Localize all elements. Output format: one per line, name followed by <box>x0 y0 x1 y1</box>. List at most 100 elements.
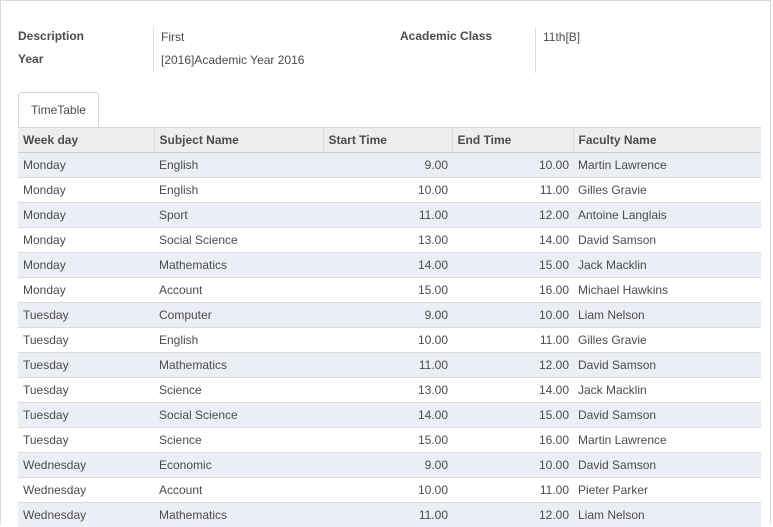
week-day-cell: Wednesday <box>18 453 154 478</box>
week-day-cell: Monday <box>18 278 154 303</box>
start-time-cell: 10.00 <box>323 478 452 503</box>
subject-name-cell: English <box>154 328 323 353</box>
description-label: Description <box>18 29 84 43</box>
academic-class-field[interactable]: 11th[B] <box>543 30 580 44</box>
week-day-cell: Tuesday <box>18 303 154 328</box>
week-day-cell: Monday <box>18 153 154 178</box>
end-time-cell: 10.00 <box>452 453 573 478</box>
table-row[interactable]: MondayEnglish9.0010.00Martin Lawrence <box>18 153 761 178</box>
table-row[interactable]: MondayMathematics14.0015.00Jack Macklin <box>18 253 761 278</box>
faculty-name-cell: Pieter Parker <box>573 478 761 503</box>
timetable-table: Week day Subject Name Start Time End Tim… <box>18 128 761 527</box>
table-row[interactable]: TuesdayComputer9.0010.00Liam Nelson <box>18 303 761 328</box>
end-time-cell: 10.00 <box>452 303 573 328</box>
week-day-cell: Monday <box>18 203 154 228</box>
table-row[interactable]: MondayAccount15.0016.00Michael Hawkins <box>18 278 761 303</box>
academic-class-label: Academic Class <box>400 29 492 43</box>
start-time-cell: 10.00 <box>323 178 452 203</box>
start-time-cell: 11.00 <box>323 353 452 378</box>
faculty-name-cell: Jack Macklin <box>573 378 761 403</box>
end-time-cell: 16.00 <box>452 428 573 453</box>
subject-name-cell: English <box>154 153 323 178</box>
form-sheet: Description Year First [2016]Academic Ye… <box>0 0 771 525</box>
week-day-cell: Tuesday <box>18 353 154 378</box>
start-time-cell: 13.00 <box>323 228 452 253</box>
subject-name-cell: Sport <box>154 203 323 228</box>
week-day-cell: Wednesday <box>18 478 154 503</box>
end-time-cell: 11.00 <box>452 178 573 203</box>
end-time-cell: 14.00 <box>452 378 573 403</box>
description-field[interactable]: First <box>161 30 184 44</box>
subject-name-cell: Account <box>154 278 323 303</box>
faculty-name-cell: David Samson <box>573 453 761 478</box>
start-time-cell: 14.00 <box>323 403 452 428</box>
year-field[interactable]: [2016]Academic Year 2016 <box>161 53 304 67</box>
field-divider <box>153 27 154 73</box>
table-row[interactable]: TuesdayEnglish10.0011.00Gilles Gravie <box>18 328 761 353</box>
column-header-faculty-name[interactable]: Faculty Name <box>573 128 761 153</box>
week-day-cell: Wednesday <box>18 503 154 527</box>
faculty-name-cell: Gilles Gravie <box>573 328 761 353</box>
week-day-cell: Tuesday <box>18 378 154 403</box>
faculty-name-cell: Liam Nelson <box>573 503 761 527</box>
year-label: Year <box>18 52 43 66</box>
faculty-name-cell: Jack Macklin <box>573 253 761 278</box>
start-time-cell: 9.00 <box>323 453 452 478</box>
table-row[interactable]: MondayEnglish10.0011.00Gilles Gravie <box>18 178 761 203</box>
column-header-start-time[interactable]: Start Time <box>323 128 452 153</box>
subject-name-cell: Computer <box>154 303 323 328</box>
start-time-cell: 14.00 <box>323 253 452 278</box>
tab-timetable-label: TimeTable <box>31 103 86 117</box>
faculty-name-cell: Michael Hawkins <box>573 278 761 303</box>
start-time-cell: 15.00 <box>323 278 452 303</box>
subject-name-cell: Social Science <box>154 228 323 253</box>
column-header-subject-name[interactable]: Subject Name <box>154 128 323 153</box>
faculty-name-cell: Gilles Gravie <box>573 178 761 203</box>
table-row[interactable]: WednesdayMathematics11.0012.00Liam Nelso… <box>18 503 761 527</box>
start-time-cell: 9.00 <box>323 303 452 328</box>
start-time-cell: 13.00 <box>323 378 452 403</box>
faculty-name-cell: David Samson <box>573 353 761 378</box>
subject-name-cell: Mathematics <box>154 353 323 378</box>
week-day-cell: Monday <box>18 253 154 278</box>
table-row[interactable]: WednesdayAccount10.0011.00Pieter Parker <box>18 478 761 503</box>
field-divider <box>535 27 536 73</box>
faculty-name-cell: David Samson <box>573 228 761 253</box>
table-row[interactable]: TuesdayScience13.0014.00Jack Macklin <box>18 378 761 403</box>
week-day-cell: Monday <box>18 228 154 253</box>
end-time-cell: 14.00 <box>452 228 573 253</box>
faculty-name-cell: Antoine Langlais <box>573 203 761 228</box>
subject-name-cell: Account <box>154 478 323 503</box>
start-time-cell: 15.00 <box>323 428 452 453</box>
start-time-cell: 11.00 <box>323 503 452 527</box>
start-time-cell: 9.00 <box>323 153 452 178</box>
end-time-cell: 15.00 <box>452 403 573 428</box>
faculty-name-cell: Martin Lawrence <box>573 428 761 453</box>
tab-timetable[interactable]: TimeTable <box>18 92 99 127</box>
end-time-cell: 16.00 <box>452 278 573 303</box>
end-time-cell: 12.00 <box>452 353 573 378</box>
table-row[interactable]: MondaySport11.0012.00Antoine Langlais <box>18 203 761 228</box>
subject-name-cell: Mathematics <box>154 253 323 278</box>
table-row[interactable]: WednesdayEconomic9.0010.00David Samson <box>18 453 761 478</box>
subject-name-cell: English <box>154 178 323 203</box>
table-row[interactable]: TuesdaySocial Science14.0015.00David Sam… <box>18 403 761 428</box>
end-time-cell: 11.00 <box>452 328 573 353</box>
table-header-row: Week day Subject Name Start Time End Tim… <box>18 128 761 153</box>
table-row[interactable]: TuesdayMathematics11.0012.00David Samson <box>18 353 761 378</box>
end-time-cell: 15.00 <box>452 253 573 278</box>
column-header-end-time[interactable]: End Time <box>452 128 573 153</box>
start-time-cell: 11.00 <box>323 203 452 228</box>
table-row[interactable]: TuesdayScience15.0016.00Martin Lawrence <box>18 428 761 453</box>
faculty-name-cell: Liam Nelson <box>573 303 761 328</box>
table-row[interactable]: MondaySocial Science13.0014.00David Sams… <box>18 228 761 253</box>
week-day-cell: Tuesday <box>18 328 154 353</box>
column-header-week-day[interactable]: Week day <box>18 128 154 153</box>
faculty-name-cell: David Samson <box>573 403 761 428</box>
end-time-cell: 12.00 <box>452 503 573 527</box>
subject-name-cell: Economic <box>154 453 323 478</box>
subject-name-cell: Science <box>154 428 323 453</box>
week-day-cell: Tuesday <box>18 428 154 453</box>
end-time-cell: 12.00 <box>452 203 573 228</box>
subject-name-cell: Science <box>154 378 323 403</box>
